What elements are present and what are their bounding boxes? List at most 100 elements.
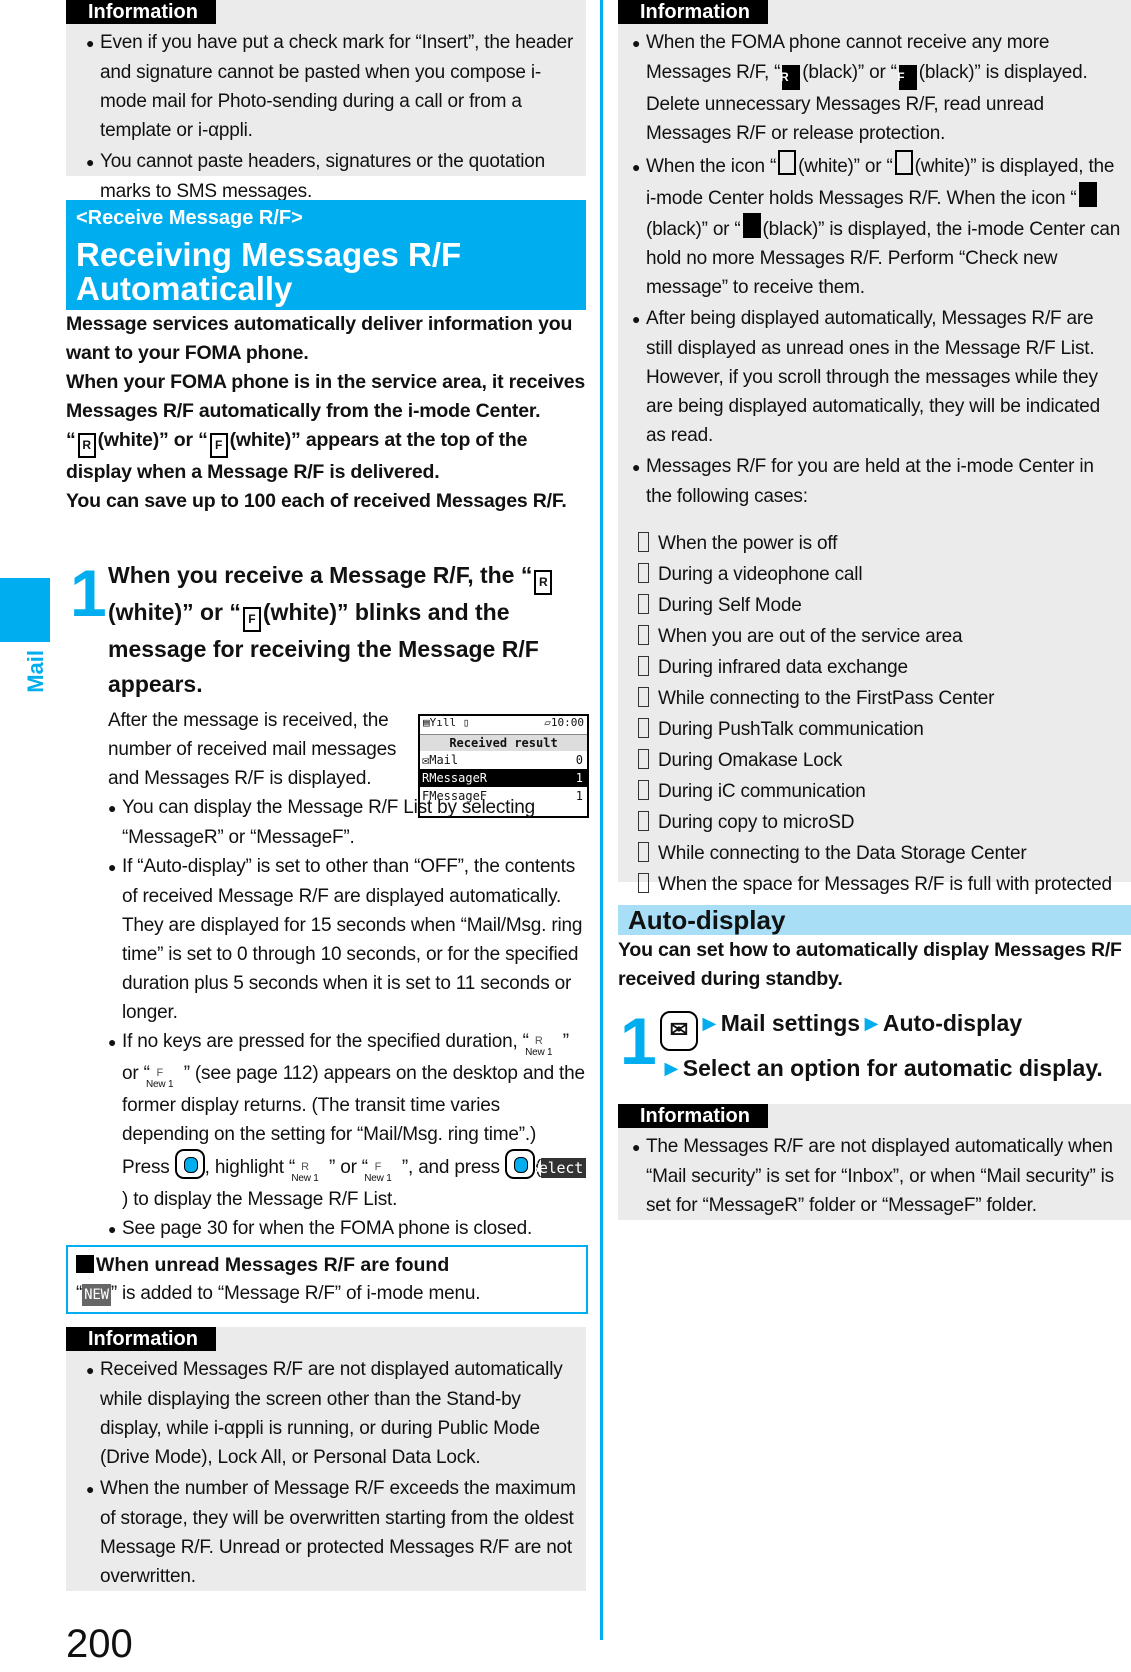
case-item: When you are out of the service area xyxy=(638,622,1121,651)
info-item: ● When the number of Message R/F exceeds … xyxy=(86,1474,576,1591)
center-r-white-icon xyxy=(778,150,797,175)
checkbox-icon xyxy=(638,749,649,769)
step-bullets: ● You can display the Message R/F List by… xyxy=(108,793,588,1244)
info-item: ● When the icon “(white)” or “(white)” is… xyxy=(632,150,1121,302)
checkbox-icon xyxy=(638,594,649,614)
case-item: During Omakase Lock xyxy=(638,746,1121,775)
unread-messages-box: When unread Messages R/F are found “NEW”… xyxy=(66,1245,588,1314)
case-item: During Self Mode xyxy=(638,591,1121,620)
info-item: ● You cannot paste headers, signatures or… xyxy=(86,147,576,206)
section-subtitle: <Receive Message R/F> xyxy=(76,207,303,229)
message-r-black-icon: R xyxy=(780,65,801,90)
center-r-black-icon xyxy=(1078,182,1097,207)
bullet-item: ● You can display the Message R/F List by… xyxy=(108,793,588,852)
checkbox-icon xyxy=(638,842,649,862)
info-item: ● After being displayed automatically, Me… xyxy=(632,304,1121,450)
message-f-icon: F xyxy=(209,433,228,458)
new-r-icon: R New 1 xyxy=(291,1161,319,1184)
screen-row-messager[interactable]: RMessageR 1 xyxy=(420,769,587,787)
new-r-icon: R New 1 xyxy=(525,1035,553,1058)
center-f-black-icon xyxy=(742,213,761,238)
info-tag: Information xyxy=(66,1327,216,1351)
bullet-icon: ● xyxy=(632,35,641,51)
info-tag: Information xyxy=(618,0,768,24)
step-number: 1 xyxy=(620,1004,657,1078)
menu-auto-display[interactable]: Auto-display xyxy=(883,1010,1022,1036)
case-item: During iC communication xyxy=(638,777,1121,806)
case-item: During copy to microSD xyxy=(638,808,1121,837)
checkbox-icon xyxy=(638,873,649,893)
bullet-icon: ● xyxy=(86,1481,95,1497)
case-item: During PushTalk communication xyxy=(638,715,1121,744)
case-item: During infrared data exchange xyxy=(638,653,1121,682)
new-f-icon: F New 1 xyxy=(146,1067,174,1090)
info-tag: Information xyxy=(618,1104,768,1128)
intro-p1: Message services automatically deliver i… xyxy=(66,313,573,364)
step-number: 1 xyxy=(70,556,107,630)
intro-text: Message services automatically deliver i… xyxy=(66,310,591,516)
auto-display-heading: Auto-display xyxy=(618,905,1131,935)
checkbox-icon xyxy=(638,811,649,831)
case-item: When the power is off xyxy=(638,529,1121,558)
select-option-text: Select an option for automatic display. xyxy=(682,1055,1103,1081)
info-item: ● The Messages R/F are not displayed auto… xyxy=(632,1132,1121,1220)
case-item: During a videophone call xyxy=(638,560,1121,589)
checkbox-icon xyxy=(638,563,649,583)
section-label: Mail xyxy=(23,650,48,693)
center-key-icon xyxy=(504,1149,535,1179)
auto-display-step: ✉ ►Mail settings►Auto-display ►Select an … xyxy=(660,1006,1130,1086)
menu-mail-settings[interactable]: Mail settings xyxy=(721,1010,860,1036)
case-item: While connecting to the FirstPass Center xyxy=(638,684,1121,713)
bullet-item: ● If “Auto-display” is set to other than … xyxy=(108,852,588,1027)
unread-text: “NEW” is added to “Message R/F” of i-mod… xyxy=(76,1283,481,1306)
new-badge-icon: NEW xyxy=(82,1284,111,1306)
bullet-icon: ● xyxy=(108,1034,117,1050)
intro-p4: You can save up to 100 each of received … xyxy=(66,490,567,512)
checkbox-icon xyxy=(638,625,649,645)
info-box-holding: Information ● When the FOMA phone cannot … xyxy=(618,0,1131,924)
mail-key-icon: ✉ xyxy=(660,1011,698,1051)
bullet-item: ● If no keys are pressed for the specifie… xyxy=(108,1027,588,1214)
case-item: While connecting to the Data Storage Cen… xyxy=(638,839,1121,868)
info-box-insert: Information ● Even if you have put a chec… xyxy=(66,0,586,202)
section-title: <Receive Message R/F> Receiving Messages… xyxy=(66,200,586,310)
checkbox-icon xyxy=(638,718,649,738)
info-item: ● Messages R/F for you are held at the i-… xyxy=(632,452,1121,511)
checkbox-icon xyxy=(638,780,649,800)
center-f-white-icon xyxy=(894,150,913,175)
arrow-icon: ► xyxy=(660,1055,683,1081)
bullet-icon: ● xyxy=(86,35,95,51)
held-cases-list: When the power is off During a videophone… xyxy=(618,525,1131,942)
section-heading: Receiving Messages R/F Automatically xyxy=(76,236,462,307)
center-key-icon xyxy=(174,1149,205,1179)
info-box-security: Information ● The Messages R/F are not di… xyxy=(618,1104,1131,1220)
message-f-black-icon: F xyxy=(897,65,917,90)
message-r-icon: R xyxy=(77,433,96,458)
screen-row-mail[interactable]: ✉Mail 0 xyxy=(420,751,587,769)
checkbox-icon xyxy=(638,532,649,552)
intro-p3: “R (white)” or “F (white)” appears at the … xyxy=(66,429,528,483)
new-f-icon: F New 1 xyxy=(364,1161,392,1184)
bullet-icon: ● xyxy=(632,159,641,175)
info-box-auto-display: Information ● Received Messages R/F are n… xyxy=(66,1327,586,1591)
page-number: 200 xyxy=(66,1622,133,1666)
bullet-icon: ● xyxy=(108,859,117,875)
message-r-icon: R xyxy=(534,570,553,595)
bullet-icon: ● xyxy=(632,311,641,327)
bullet-icon: ● xyxy=(108,1221,117,1237)
square-icon xyxy=(76,1255,94,1273)
info-item: ● When the FOMA phone cannot receive any … xyxy=(632,28,1121,148)
arrow-icon: ► xyxy=(860,1010,883,1036)
checkbox-icon xyxy=(638,687,649,707)
bullet-item: ● See page 30 for when the FOMA phone is … xyxy=(108,1214,588,1244)
select-softkey: Select xyxy=(530,1158,587,1178)
info-item: ● Received Messages R/F are not displayed… xyxy=(86,1355,576,1472)
screen-header: Received result xyxy=(420,735,587,751)
info-tag: Information xyxy=(66,0,216,24)
bullet-icon: ● xyxy=(632,459,641,475)
intro-p2: When your FOMA phone is in the service a… xyxy=(66,371,586,422)
column-divider xyxy=(600,0,603,1640)
section-tab xyxy=(0,578,50,642)
message-f-icon: F xyxy=(242,607,261,632)
bullet-icon: ● xyxy=(108,800,117,816)
